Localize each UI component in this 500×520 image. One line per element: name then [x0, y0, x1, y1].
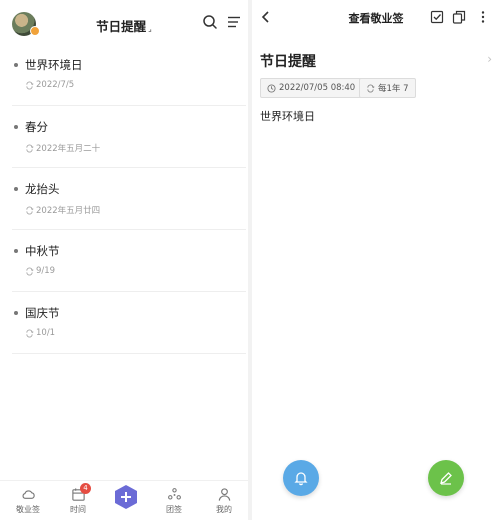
- nav-item-team[interactable]: 团签: [154, 487, 194, 515]
- more-icon[interactable]: [476, 10, 490, 24]
- item-date-text: 9/19: [36, 266, 56, 276]
- nav-label: 我的: [216, 505, 232, 514]
- item-title: 中秋节: [25, 244, 60, 258]
- menu-icon[interactable]: [226, 14, 242, 30]
- bullet-icon: [14, 311, 18, 315]
- reminder-list: 世界环境日 2022/7/5 春分 2022年五月二十 龙抬头 2022年五月廿…: [0, 44, 248, 354]
- list-header: 节日提醒 ⌟: [0, 0, 248, 44]
- item-date-text: 2022/7/5: [36, 80, 75, 90]
- detail-panel: 查看敬业签 节日提醒 › 2022/07/05 08:40 每1年 7 世界环境…: [252, 0, 500, 520]
- add-button[interactable]: [114, 484, 138, 510]
- copy-icon[interactable]: [452, 10, 466, 24]
- list-item[interactable]: 春分 2022年五月二十: [12, 106, 246, 168]
- chevron-right-icon[interactable]: ›: [487, 52, 492, 66]
- notification-badge: 4: [80, 483, 91, 494]
- bullet-icon: [14, 249, 18, 253]
- cloud-icon: [22, 490, 35, 499]
- list-item[interactable]: 龙抬头 2022年五月廿四: [12, 168, 246, 230]
- time-tag[interactable]: 2022/07/05 08:40: [260, 78, 363, 98]
- item-title: 春分: [25, 120, 48, 134]
- item-date-text: 2022年五月二十: [36, 144, 101, 154]
- user-icon: [218, 488, 230, 501]
- bullet-icon: [14, 125, 18, 129]
- item-title: 龙抬头: [25, 182, 60, 196]
- bullet-icon: [14, 187, 18, 191]
- item-date: 2022年五月廿四: [25, 204, 100, 216]
- list-item[interactable]: 国庆节 10/1: [12, 292, 246, 354]
- item-date-text: 10/1: [36, 328, 56, 338]
- repeat-tag[interactable]: 每1年 7: [359, 78, 416, 98]
- nav-label: 敬业签: [16, 505, 40, 514]
- title-caret-icon: ⌟: [148, 24, 152, 33]
- note-title: 节日提醒: [260, 54, 316, 70]
- item-date: 10/1: [25, 328, 55, 338]
- repeat-tag-text: 每1年 7: [378, 84, 409, 94]
- repeat-icon: [26, 267, 34, 275]
- edit-button[interactable]: [428, 460, 464, 496]
- detail-header: 查看敬业签: [252, 0, 500, 34]
- item-title: 世界环境日: [25, 58, 83, 72]
- clock-icon: [267, 83, 276, 93]
- repeat-icon: [26, 206, 34, 214]
- page-title-label: 节日提醒: [96, 19, 147, 34]
- nav-label: 团签: [166, 505, 182, 514]
- nav-item-jingyeqian[interactable]: 敬业签: [8, 487, 48, 515]
- bell-icon: [294, 472, 308, 486]
- note-content: 世界环境日: [260, 110, 315, 123]
- time-tag-text: 2022/07/05 08:40: [279, 83, 356, 93]
- item-date: 2022年五月二十: [25, 142, 100, 154]
- list-panel: 节日提醒 ⌟ 世界环境日 2022/7/5 春分 2022年五月二十 龙抬头 20…: [0, 0, 248, 520]
- list-item[interactable]: 世界环境日 2022/7/5: [12, 44, 246, 106]
- list-item[interactable]: 中秋节 9/19: [12, 230, 246, 292]
- checkbox-icon[interactable]: [430, 10, 444, 24]
- search-icon[interactable]: [202, 14, 218, 30]
- team-icon: [167, 488, 181, 500]
- nav-label: 时间: [70, 505, 86, 514]
- repeat-icon: [26, 329, 34, 337]
- item-title: 国庆节: [25, 306, 60, 320]
- repeat-icon: [26, 144, 34, 152]
- bullet-icon: [14, 63, 18, 67]
- item-date: 9/19: [25, 266, 55, 276]
- item-date-text: 2022年五月廿四: [36, 206, 101, 216]
- item-date: 2022/7/5: [25, 80, 74, 90]
- reminder-button[interactable]: [283, 460, 319, 496]
- nav-item-mine[interactable]: 我的: [204, 487, 244, 515]
- repeat-icon: [26, 81, 34, 89]
- repeat-icon: [367, 84, 375, 92]
- pencil-icon: [440, 472, 452, 485]
- nav-item-time[interactable]: 时间 4: [58, 483, 98, 515]
